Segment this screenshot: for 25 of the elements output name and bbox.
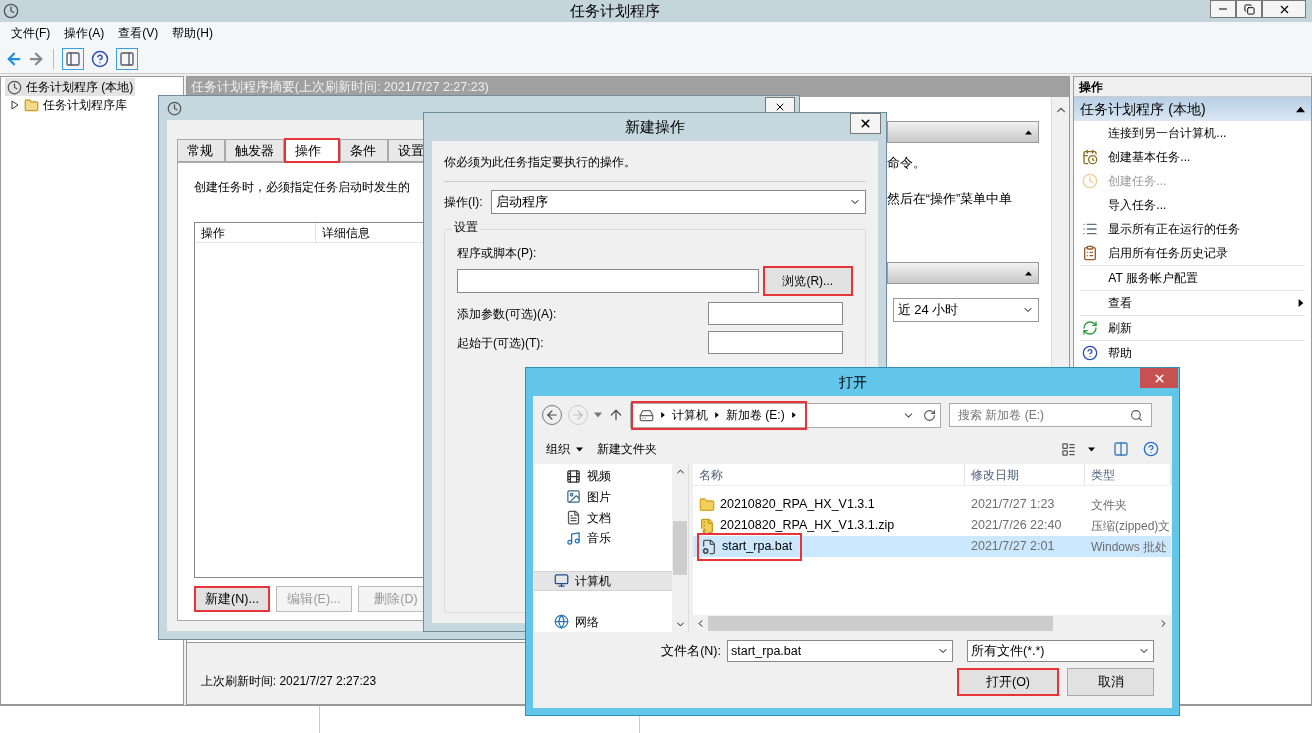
field-label: 添加参数(可选)(A): [457, 305, 557, 323]
summary-text: 然后在“操作”菜单中单 [886, 189, 1014, 208]
file-date: 2021/7/27 2:01 [970, 538, 1056, 556]
file-name: start_rpa.bat [722, 538, 793, 556]
field-label: 文件名(N): [661, 642, 721, 660]
file-type: 压缩(zipped)文 [1090, 517, 1171, 535]
field-label: 程序或脚本(P): [457, 245, 538, 262]
actions-header: 操作 [1074, 77, 1311, 97]
group-title: 设置 [452, 218, 480, 236]
dialog-title: 打开 [838, 372, 867, 392]
file-name: 20210820_RPA_HX_V1.3.1.zip [720, 517, 895, 535]
file-name: 20210820_RPA_HX_V1.3.1 [720, 496, 875, 514]
file-type: Windows 批处 [1090, 538, 1168, 556]
file-date: 2021/7/26 22:40 [970, 517, 1063, 535]
field-label: 操作(I): [444, 194, 483, 211]
file-type: 文件夹 [1090, 496, 1128, 514]
field-label: 起始于(可选)(T): [457, 334, 544, 352]
summary-text: 命令。 [886, 154, 927, 172]
window-title: 任务计划程序 [568, 0, 661, 21]
dialog-title: 新建操作 [625, 116, 685, 137]
summary-header: 任务计划程序摘要(上次刷新时间: 2021/7/27 2:27:23) [186, 77, 1070, 97]
file-date: 2021/7/27 1:23 [970, 496, 1056, 514]
description-text: 创建任务时，必须指定任务启动时发生的 [194, 180, 410, 195]
last-refresh-text: 上次刷新时间: 2021/7/27 2:27:23 [200, 673, 377, 690]
instruction-text: 你必须为此任务指定要执行的操作。 [444, 154, 637, 171]
